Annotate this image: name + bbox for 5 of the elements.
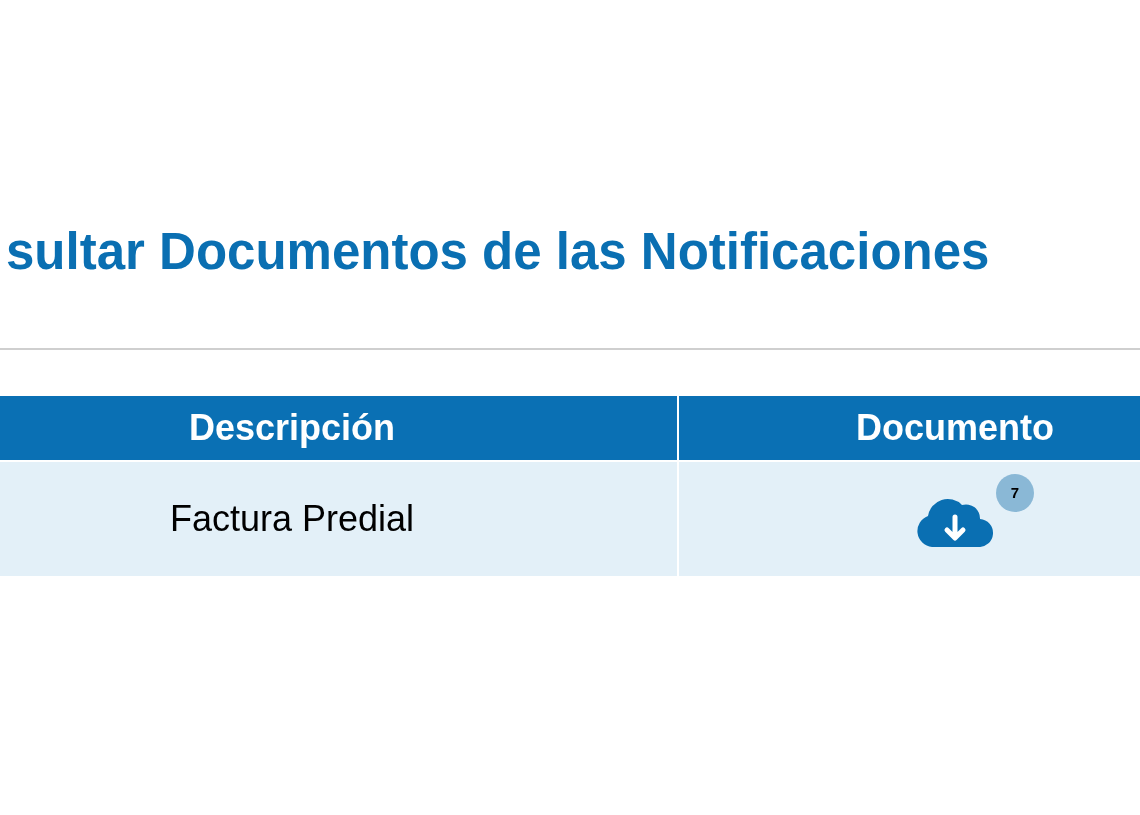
- column-header: Documento: [679, 396, 1140, 460]
- column-header: Descripción: [0, 396, 679, 460]
- count-badge: 7: [996, 474, 1034, 512]
- page-title: sultar Documentos de las Notificaciones: [6, 222, 990, 282]
- table-cell: Factura Predial: [0, 462, 679, 576]
